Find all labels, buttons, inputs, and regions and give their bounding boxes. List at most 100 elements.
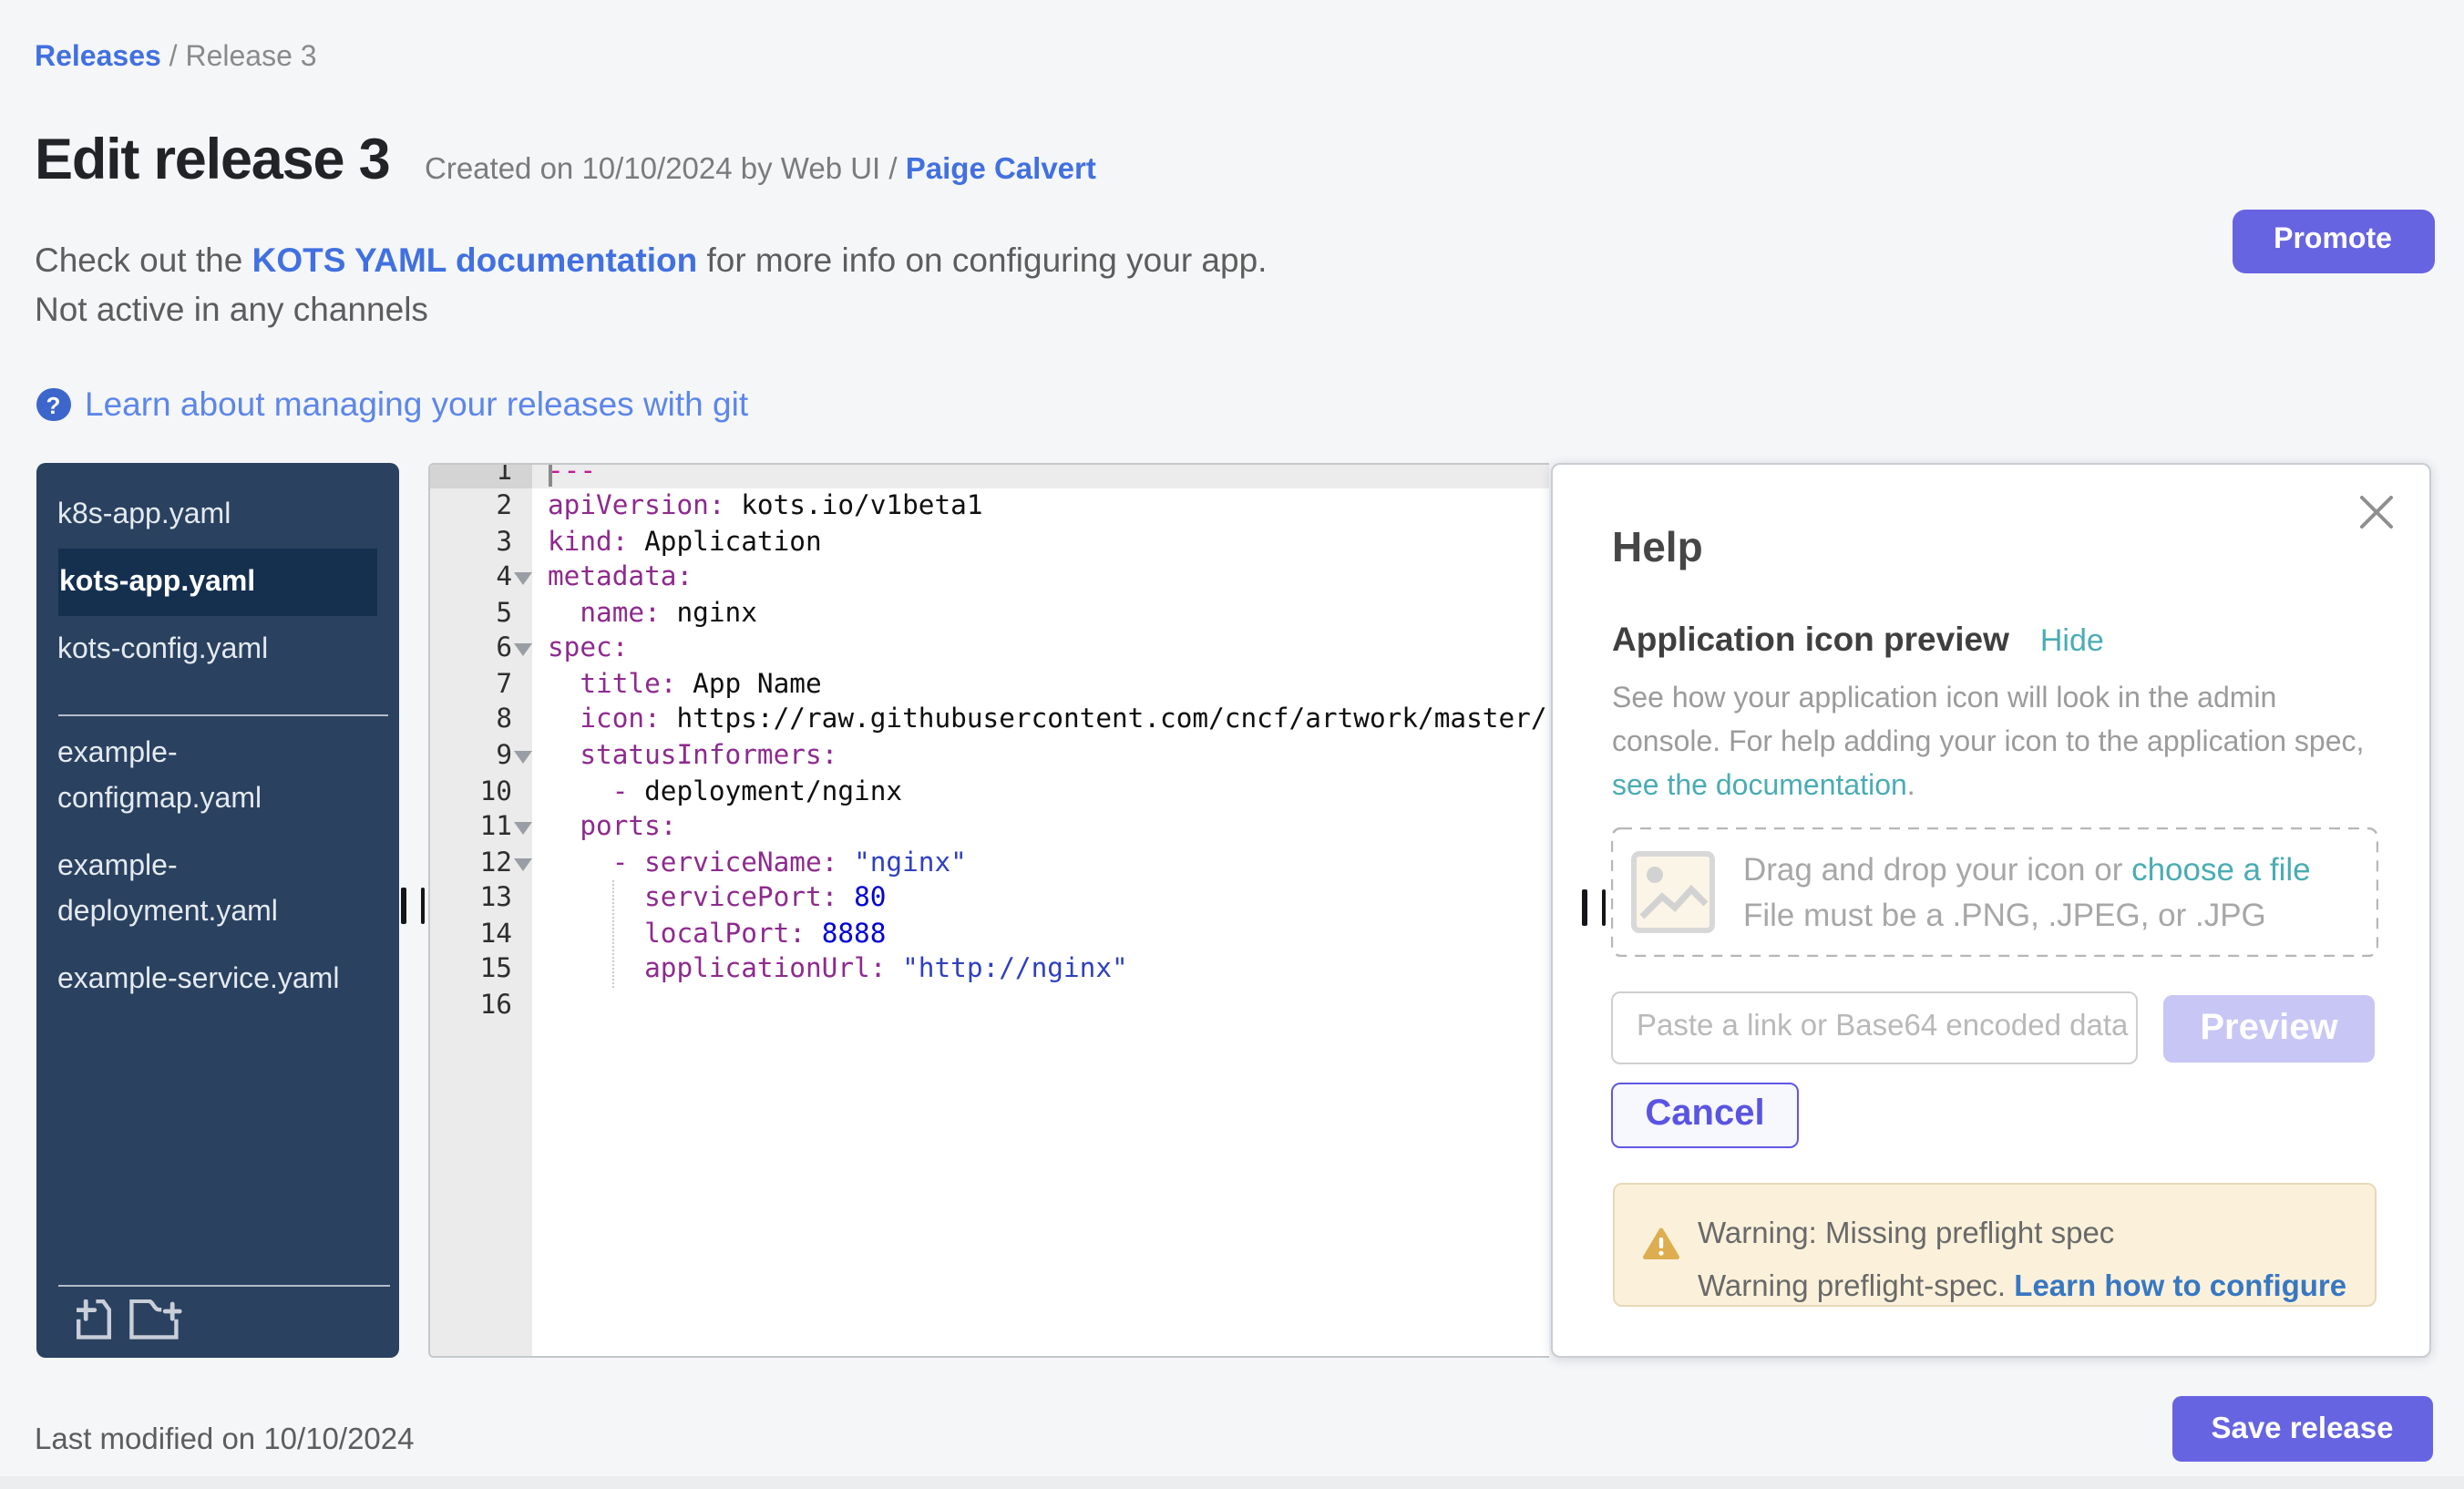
code-token-plain: App Name — [677, 669, 822, 700]
code-line-10[interactable]: - deployment/nginx — [532, 774, 1549, 809]
fold-toggle-icon[interactable] — [513, 857, 531, 870]
bottom-strip — [0, 1476, 2464, 1489]
gutter-line-15: 15 — [429, 952, 532, 988]
see-documentation-link[interactable]: see the documentation — [1612, 771, 1907, 802]
gutter-line-5: 5 — [429, 596, 532, 632]
code-line-11[interactable]: ports: — [532, 809, 1549, 845]
hide-link[interactable]: Hide — [2040, 623, 2104, 658]
file-item-k8s-app.yaml[interactable]: k8s-app.yaml — [57, 481, 376, 549]
fold-toggle-icon[interactable] — [513, 573, 531, 586]
line-number: 10 — [480, 775, 512, 806]
code-line-14[interactable]: localPort: 8888 — [532, 917, 1549, 952]
created-line: Created on 10/10/2024 by Web UI / Paige … — [425, 153, 1096, 188]
learn-configure-link[interactable]: Learn how to configure — [2014, 1270, 2346, 1303]
code-token-plain — [806, 919, 822, 950]
file-list: k8s-app.yamlkots-app.yamlkots-config.yam… — [36, 481, 398, 1013]
code-token-plain — [548, 775, 612, 806]
file-item-example-configmap.yaml[interactable]: example-configmap.yaml — [57, 720, 376, 833]
code-token-str: "nginx" — [854, 847, 967, 878]
code-line-4[interactable]: metadata: — [532, 560, 1549, 596]
code-token-plain: kots.io/v1beta1 — [725, 490, 983, 521]
line-number: 12 — [480, 847, 512, 878]
code-token-plain: deployment/nginx — [628, 775, 902, 806]
gutter-line-8: 8 — [429, 703, 532, 738]
line-number: 4 — [496, 562, 512, 593]
page-title: Edit release 3 — [35, 126, 389, 193]
warning-triangle-icon — [1642, 1226, 1680, 1258]
code-token-key: spec: — [548, 633, 628, 664]
code-token-plain — [886, 954, 902, 985]
intro-pre: Check out the — [35, 241, 252, 279]
dropzone-drag-text: Drag and drop your icon or — [1743, 850, 2131, 887]
code-token-str: "http://nginx" — [902, 954, 1128, 985]
code-line-5[interactable]: name: nginx — [532, 596, 1549, 632]
code-line-1[interactable]: --- — [532, 465, 1549, 488]
save-release-button[interactable]: Save release — [2172, 1396, 2432, 1462]
file-list-divider — [57, 714, 387, 715]
line-number: 3 — [496, 527, 512, 558]
code-token-plain — [837, 847, 854, 878]
add-folder-icon[interactable] — [128, 1299, 181, 1340]
help-panel-title: Help — [1612, 523, 1703, 572]
icon-preview-title: Application icon preview — [1612, 620, 2009, 658]
code-token-key: title: — [580, 669, 676, 700]
code-token-plain — [628, 847, 644, 878]
code-token-key: servicePort: — [644, 882, 837, 913]
icon-preview-section-header: Application icon preview Hide — [1612, 620, 2104, 660]
git-releases-link[interactable]: Learn about managing your releases with … — [85, 385, 748, 425]
question-mark-icon: ? — [36, 388, 70, 422]
file-item-example-service.yaml[interactable]: example-service.yaml — [57, 946, 376, 1013]
gutter-line-14: 14 — [429, 917, 532, 952]
icon-dropzone[interactable]: Drag and drop your icon or choose a file… — [1611, 827, 2377, 957]
line-number: 1 — [496, 465, 512, 486]
code-token-plain — [548, 954, 644, 985]
handle-grip-bar — [401, 888, 406, 924]
choose-file-link[interactable]: choose a file — [2131, 850, 2311, 887]
line-number: 13 — [480, 882, 512, 913]
yaml-editor[interactable]: 12345678910111213141516 ---apiVersion: k… — [427, 463, 1549, 1357]
code-line-7[interactable]: title: App Name — [532, 667, 1549, 703]
file-item-kots-app.yaml[interactable]: kots-app.yaml — [57, 549, 376, 616]
author-link[interactable]: Paige Calvert — [906, 153, 1096, 186]
add-file-icon[interactable] — [76, 1299, 110, 1340]
code-line-13[interactable]: servicePort: 80 — [532, 880, 1549, 916]
image-placeholder-icon — [1631, 850, 1715, 932]
fold-toggle-icon[interactable] — [513, 822, 531, 835]
code-line-16[interactable] — [532, 988, 1549, 1023]
code-line-2[interactable]: apiVersion: kots.io/v1beta1 — [532, 488, 1549, 524]
file-tree-sidebar: k8s-app.yamlkots-app.yamlkots-config.yam… — [36, 463, 398, 1357]
gutter-line-2: 2 — [429, 488, 532, 524]
code-token-plain — [548, 882, 644, 913]
promote-button[interactable]: Promote — [2232, 209, 2434, 272]
code-line-6[interactable]: spec: — [532, 632, 1549, 667]
edit-release-page: Releases / Release 3 Edit release 3 Crea… — [0, 0, 2464, 1489]
preview-button[interactable]: Preview — [2163, 994, 2375, 1063]
code-token-plain — [548, 598, 580, 629]
icon-url-input[interactable] — [1611, 991, 2138, 1064]
code-line-15[interactable]: applicationUrl: "http://nginx" — [532, 952, 1549, 988]
code-token-key: localPort: — [644, 919, 806, 950]
editor-code-area[interactable]: ---apiVersion: kots.io/v1beta1kind: Appl… — [532, 465, 1549, 1023]
warning-title: Warning: Missing preflight spec — [1698, 1217, 2114, 1251]
code-line-3[interactable]: kind: Application — [532, 525, 1549, 560]
file-item-kots-config.yaml[interactable]: kots-config.yaml — [57, 616, 376, 683]
fold-toggle-icon[interactable] — [513, 644, 531, 657]
fold-toggle-icon[interactable] — [513, 751, 531, 764]
intro-line: Check out the KOTS YAML documentation fo… — [35, 241, 1267, 281]
line-number: 2 — [496, 490, 512, 521]
file-item-example-deployment.yaml[interactable]: example-deployment.yaml — [57, 833, 376, 946]
code-token-plain — [548, 669, 580, 700]
close-icon[interactable] — [2359, 496, 2392, 529]
code-line-12[interactable]: - serviceName: "nginx" — [532, 845, 1549, 880]
code-line-9[interactable]: statusInformers: — [532, 738, 1549, 774]
code-line-8[interactable]: icon: https://raw.githubusercontent.com/… — [532, 703, 1549, 738]
gutter-line-6: 6 — [429, 632, 532, 667]
kots-yaml-doc-link[interactable]: KOTS YAML documentation — [252, 241, 698, 279]
breadcrumb-current: Release 3 — [185, 42, 316, 73]
cancel-button[interactable]: Cancel — [1611, 1082, 1799, 1148]
description-period: . — [1907, 771, 1915, 802]
handle-grip-bar — [1582, 889, 1586, 926]
dropzone-file-requirements: File must be a .PNG, .JPEG, or .JPG — [1743, 896, 2266, 934]
breadcrumb-releases-link[interactable]: Releases — [35, 42, 161, 73]
line-number: 8 — [496, 704, 512, 735]
